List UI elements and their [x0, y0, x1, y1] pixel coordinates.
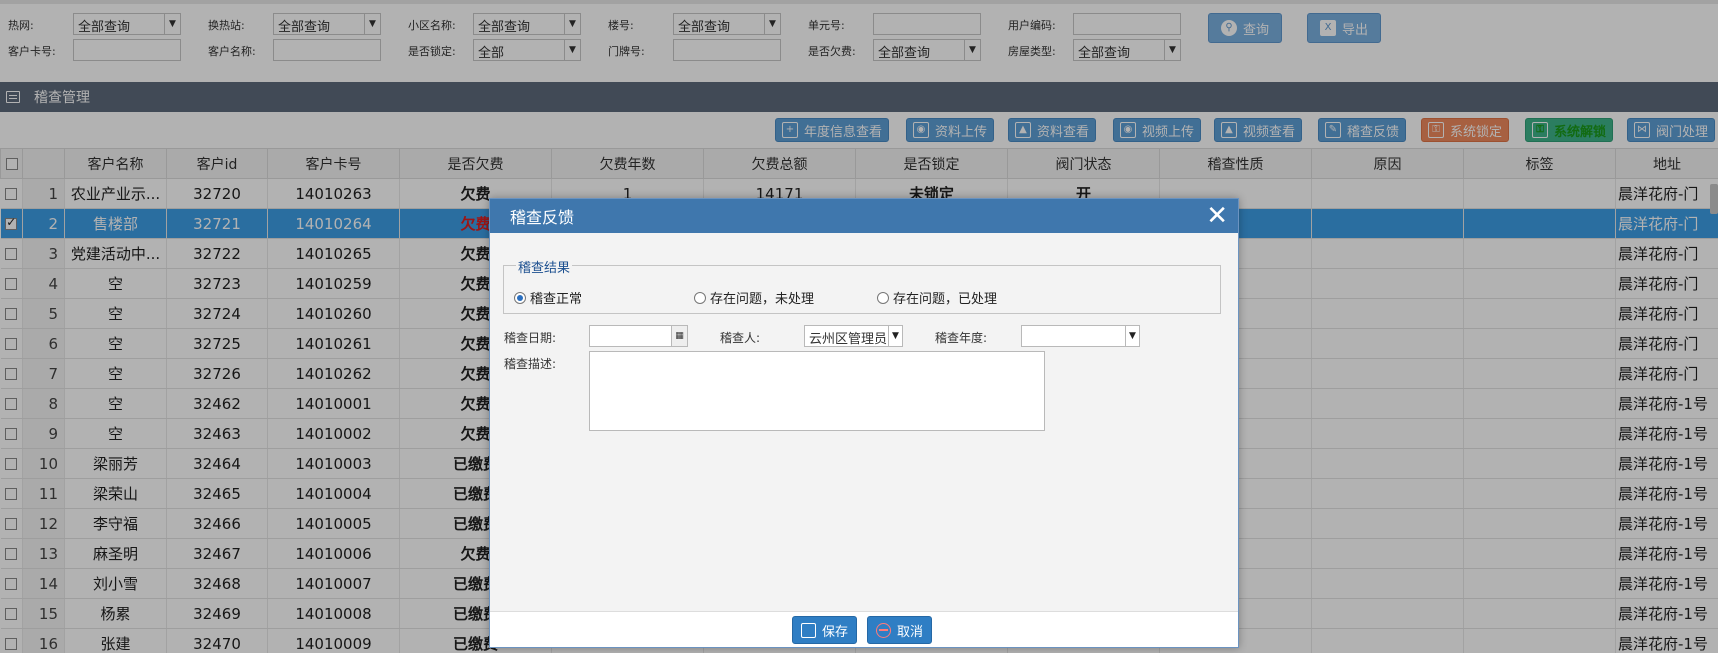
- radio-label: 稽查正常: [530, 292, 583, 307]
- dialog-footer: 保存 取消: [490, 611, 1238, 647]
- dialog-header: 稽查反馈 ✕: [490, 199, 1238, 233]
- radio-normal[interactable]: 稽查正常: [514, 288, 582, 307]
- cancel-button[interactable]: 取消: [867, 616, 933, 644]
- save-button[interactable]: 保存: [792, 616, 858, 644]
- inspection-date-label: 稽查日期:: [504, 331, 557, 345]
- radio-issue-unresolved[interactable]: 存在问题，未处理: [694, 288, 814, 307]
- calendar-icon[interactable]: ▦: [671, 326, 687, 346]
- inspection-year-select[interactable]: ▼: [1021, 325, 1140, 347]
- inspector-label: 稽查人:: [720, 331, 761, 345]
- save-icon: [801, 622, 816, 638]
- radio-button[interactable]: [877, 291, 889, 304]
- inspector-select[interactable]: 云州区管理员 ▼: [804, 325, 903, 347]
- inspection-description-label: 稽查描述:: [504, 357, 557, 371]
- dialog-title: 稽查反馈: [510, 208, 575, 227]
- cancel-icon: [876, 622, 891, 638]
- inspector-value: 云州区管理员: [809, 332, 888, 347]
- radio-label: 存在问题，已处理: [893, 292, 998, 307]
- inspection-result-group: 稽查结果 稽查正常 存在问题，未处理 存在问题，已处理: [503, 257, 1221, 314]
- inspection-result-legend: 稽查结果: [516, 257, 573, 276]
- radio-button[interactable]: [694, 291, 706, 304]
- inspection-description-textarea[interactable]: [589, 351, 1045, 431]
- inspection-year-label: 稽查年度:: [935, 331, 988, 345]
- chevron-down-icon: ▼: [888, 326, 902, 346]
- chevron-down-icon: ▼: [1125, 326, 1139, 346]
- radio-label: 存在问题，未处理: [710, 292, 815, 307]
- inspection-feedback-dialog: 稽查反馈 ✕ 稽查结果 稽查正常 存在问题，未处理 存在问题，已处理 稽查日期:…: [489, 198, 1239, 648]
- radio-button[interactable]: [514, 291, 526, 304]
- save-label: 保存: [822, 624, 849, 640]
- inspection-date-input[interactable]: ▦: [589, 325, 688, 347]
- close-icon[interactable]: ✕: [1206, 201, 1228, 231]
- radio-issue-resolved[interactable]: 存在问题，已处理: [877, 288, 997, 307]
- cancel-label: 取消: [897, 624, 924, 640]
